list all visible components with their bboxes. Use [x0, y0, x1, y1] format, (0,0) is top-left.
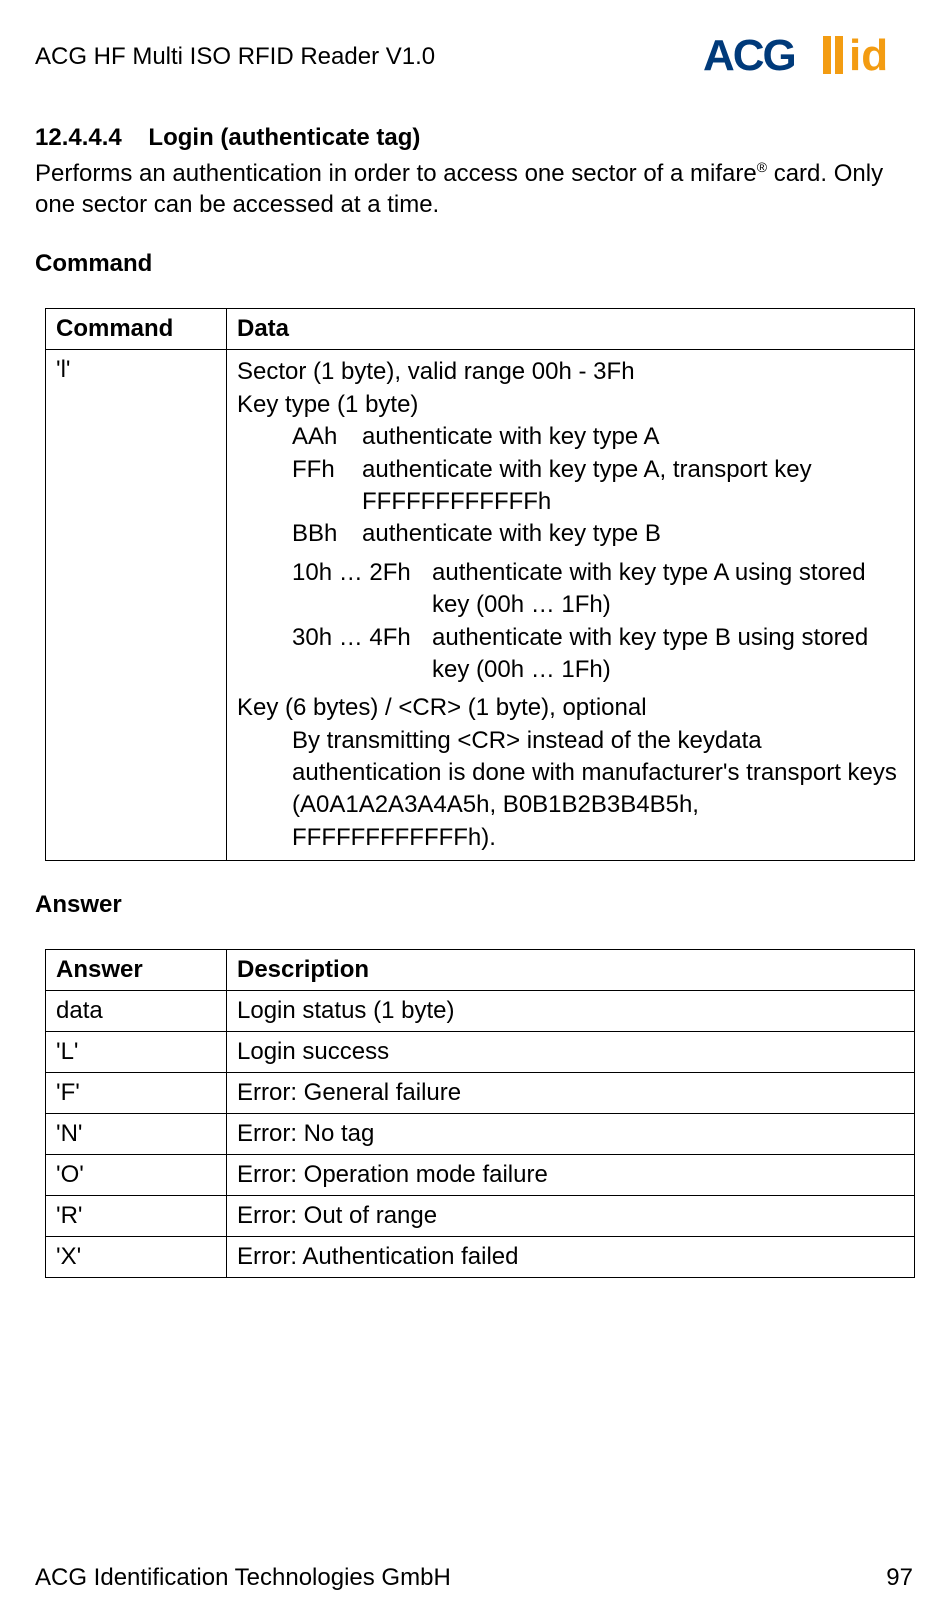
ans-code: 'L' — [46, 1032, 227, 1073]
brand-logo: ACG id — [703, 30, 913, 84]
kv-key: 30h … 4Fh — [292, 622, 432, 687]
keytype-range1: 10h … 2Fh authenticate with key type A u… — [292, 557, 904, 622]
answer-table: Answer Description data Login status (1 … — [45, 949, 915, 1278]
intro-paragraph: Performs an authentication in order to a… — [35, 158, 913, 220]
ans-desc: Login status (1 byte) — [227, 991, 915, 1032]
command-table: Command Data 'l' Sector (1 byte), valid … — [45, 308, 915, 861]
keytype-range2: 30h … 4Fh authenticate with key type B u… — [292, 622, 904, 687]
footer-company: ACG Identification Technologies GmbH — [35, 1564, 451, 1592]
command-heading: Command — [35, 250, 913, 278]
keytype-aah: AAh authenticate with key type A — [292, 421, 904, 453]
table-row: 'l' Sector (1 byte), valid range 00h - 3… — [46, 350, 915, 861]
kv-key: 10h … 2Fh — [292, 557, 432, 622]
intro-text-a: Performs an authentication in order to a… — [35, 160, 757, 187]
kv-key: AAh — [292, 421, 362, 453]
ans-code: 'R' — [46, 1196, 227, 1237]
ans-code: 'O' — [46, 1155, 227, 1196]
keytype-bbh: BBh authenticate with key type B — [292, 518, 904, 550]
th-description: Description — [227, 950, 915, 991]
ans-desc: Error: No tag — [227, 1114, 915, 1155]
svg-text:id: id — [849, 31, 888, 80]
kv-val: authenticate with key type A, transport … — [362, 454, 904, 519]
ans-code: data — [46, 991, 227, 1032]
ans-desc: Error: General failure — [227, 1073, 915, 1114]
table-row: 'R' Error: Out of range — [46, 1196, 915, 1237]
cmd-data-cell: Sector (1 byte), valid range 00h - 3Fh K… — [227, 350, 915, 861]
section-heading: 12.4.4.4 Login (authenticate tag) — [35, 124, 913, 152]
table-row: 'F' Error: General failure — [46, 1073, 915, 1114]
svg-text:ACG: ACG — [703, 31, 795, 80]
table-row: 'X' Error: Authentication failed — [46, 1237, 915, 1278]
acg-logo-icon: ACG id — [703, 30, 913, 84]
section-title: Login (authenticate tag) — [148, 124, 420, 151]
kv-key: FFh — [292, 454, 362, 519]
registered-mark: ® — [757, 159, 767, 175]
cmd-char: 'l' — [46, 350, 227, 861]
kv-key: BBh — [292, 518, 362, 550]
keytype-line: Key type (1 byte) — [237, 389, 904, 421]
kv-val: authenticate with key type A — [362, 421, 660, 453]
ans-desc: Login success — [227, 1032, 915, 1073]
th-answer: Answer — [46, 950, 227, 991]
keytype-ffh: FFh authenticate with key type A, transp… — [292, 454, 904, 519]
answer-heading: Answer — [35, 891, 913, 919]
ans-code: 'N' — [46, 1114, 227, 1155]
page-footer: ACG Identification Technologies GmbH 97 — [35, 1564, 913, 1592]
ans-desc: Error: Authentication failed — [227, 1237, 915, 1278]
doc-title: ACG HF Multi ISO RFID Reader V1.0 — [35, 43, 435, 71]
sector-line: Sector (1 byte), valid range 00h - 3Fh — [237, 356, 904, 388]
ans-desc: Error: Operation mode failure — [227, 1155, 915, 1196]
table-row: 'N' Error: No tag — [46, 1114, 915, 1155]
kv-val: authenticate with key type A using store… — [432, 557, 904, 622]
table-row: 'O' Error: Operation mode failure — [46, 1155, 915, 1196]
page-header: ACG HF Multi ISO RFID Reader V1.0 ACG id — [35, 30, 913, 84]
ans-code: 'F' — [46, 1073, 227, 1114]
th-data: Data — [227, 309, 915, 350]
table-row: data Login status (1 byte) — [46, 991, 915, 1032]
section-number: 12.4.4.4 — [35, 124, 122, 151]
kv-val: authenticate with key type B — [362, 518, 661, 550]
th-command: Command — [46, 309, 227, 350]
ans-desc: Error: Out of range — [227, 1196, 915, 1237]
table-row: 'L' Login success — [46, 1032, 915, 1073]
kv-val: authenticate with key type B using store… — [432, 622, 904, 687]
ans-code: 'X' — [46, 1237, 227, 1278]
key-line: Key (6 bytes) / <CR> (1 byte), optional — [237, 692, 904, 724]
footer-page-number: 97 — [886, 1564, 913, 1592]
key-detail: By transmitting <CR> instead of the keyd… — [237, 725, 904, 855]
